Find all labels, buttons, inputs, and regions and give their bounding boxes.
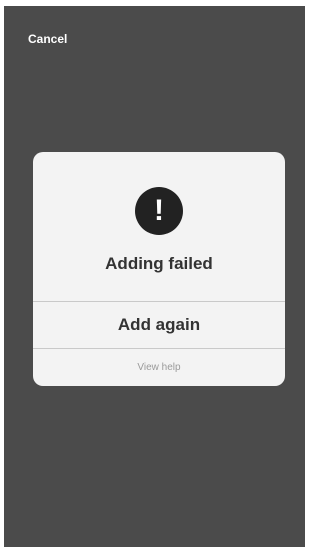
view-help-link[interactable]: View help (33, 348, 285, 386)
dialog-title: Adding failed (105, 254, 213, 273)
add-again-button[interactable]: Add again (33, 302, 285, 348)
screen-backdrop: Cancel ! Adding failed Add again View he… (4, 6, 305, 547)
cancel-button[interactable]: Cancel (28, 32, 67, 46)
exclamation-icon: ! (135, 187, 183, 235)
error-dialog: ! Adding failed Add again View help (33, 152, 285, 386)
